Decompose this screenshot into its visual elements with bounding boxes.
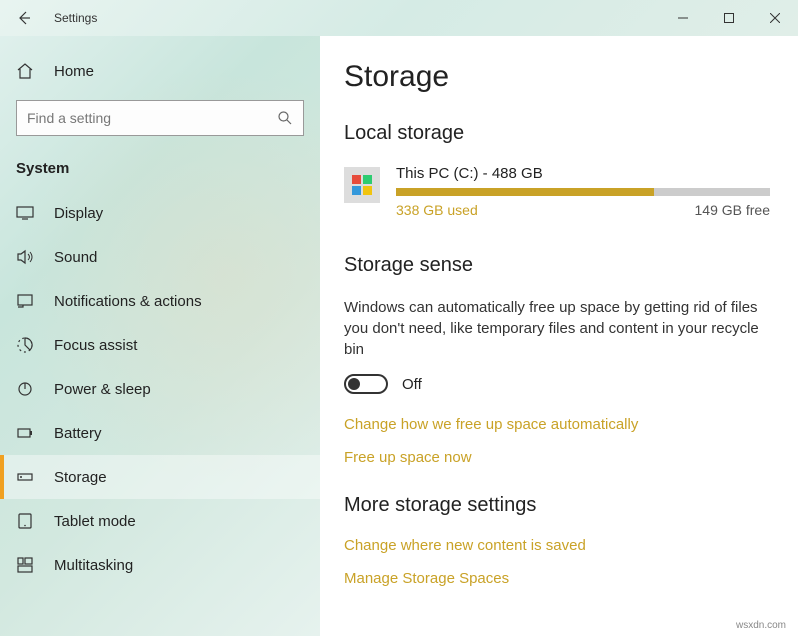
- section-label: System: [0, 150, 320, 191]
- sidebar-item-label: Battery: [54, 425, 102, 442]
- sidebar-item-label: Multitasking: [54, 557, 133, 574]
- page-title: Storage: [344, 60, 770, 94]
- drive-row[interactable]: This PC (C:) - 488 GB 338 GB used 149 GB…: [344, 165, 770, 218]
- close-button[interactable]: [752, 0, 798, 36]
- drive-info: This PC (C:) - 488 GB 338 GB used 149 GB…: [396, 165, 770, 218]
- search-icon: [277, 110, 293, 126]
- search-box[interactable]: [16, 100, 304, 136]
- arrow-left-icon: [16, 10, 32, 26]
- drive-name: This PC (C:) - 488 GB: [396, 165, 770, 182]
- storage-sense-description: Windows can automatically free up space …: [344, 297, 770, 360]
- power-icon: [16, 380, 34, 398]
- close-icon: [770, 13, 780, 23]
- storage-sense-heading: Storage sense: [344, 254, 770, 277]
- content-pane: Storage Local storage This PC (C:) - 488…: [320, 36, 798, 636]
- storage-sense-toggle-row: Off: [344, 374, 770, 394]
- sidebar-item-label: Sound: [54, 249, 97, 266]
- main-container: Home System Display Sound Notifications …: [0, 36, 798, 636]
- window-title: Settings: [54, 11, 97, 25]
- drive-free-text: 149 GB free: [695, 202, 771, 218]
- sidebar-item-label: Power & sleep: [54, 381, 151, 398]
- watermark: wsxdn.com: [732, 619, 790, 632]
- maximize-icon: [724, 13, 734, 23]
- drive-used-text: 338 GB used: [396, 202, 478, 218]
- storage-sense-toggle[interactable]: [344, 374, 388, 394]
- drive-icon: [344, 167, 380, 203]
- minimize-button[interactable]: [660, 0, 706, 36]
- sidebar-item-tablet-mode[interactable]: Tablet mode: [0, 499, 320, 543]
- sidebar-item-battery[interactable]: Battery: [0, 411, 320, 455]
- drive-usage-fill: [396, 188, 654, 196]
- search-input[interactable]: [27, 110, 277, 126]
- home-nav[interactable]: Home: [0, 52, 320, 90]
- toggle-state-label: Off: [402, 376, 422, 393]
- home-label: Home: [54, 63, 94, 80]
- sidebar-item-label: Storage: [54, 469, 107, 486]
- more-storage-section: More storage settings Change where new c…: [344, 494, 770, 587]
- multitasking-icon: [16, 556, 34, 574]
- sidebar-item-multitasking[interactable]: Multitasking: [0, 543, 320, 587]
- link-free-up-now[interactable]: Free up space now: [344, 449, 770, 466]
- minimize-icon: [678, 13, 688, 23]
- sidebar-item-label: Notifications & actions: [54, 293, 202, 310]
- local-storage-heading: Local storage: [344, 122, 770, 145]
- display-icon: [16, 204, 34, 222]
- focus-assist-icon: [16, 336, 34, 354]
- sidebar-item-label: Display: [54, 205, 103, 222]
- notifications-icon: [16, 292, 34, 310]
- sidebar-item-focus-assist[interactable]: Focus assist: [0, 323, 320, 367]
- sidebar: Home System Display Sound Notifications …: [0, 36, 320, 636]
- more-storage-heading: More storage settings: [344, 494, 770, 517]
- sidebar-item-storage[interactable]: Storage: [0, 455, 320, 499]
- window-controls: [660, 0, 798, 36]
- toggle-knob: [348, 378, 360, 390]
- drive-usage-bar: [396, 188, 770, 196]
- sidebar-item-label: Tablet mode: [54, 513, 136, 530]
- sidebar-item-display[interactable]: Display: [0, 191, 320, 235]
- battery-icon: [16, 424, 34, 442]
- link-manage-storage-spaces[interactable]: Manage Storage Spaces: [344, 570, 770, 587]
- link-change-free-up[interactable]: Change how we free up space automaticall…: [344, 416, 770, 433]
- maximize-button[interactable]: [706, 0, 752, 36]
- link-change-where-saved[interactable]: Change where new content is saved: [344, 537, 770, 554]
- back-button[interactable]: [0, 0, 48, 36]
- sidebar-item-power-sleep[interactable]: Power & sleep: [0, 367, 320, 411]
- sound-icon: [16, 248, 34, 266]
- tablet-icon: [16, 512, 34, 530]
- sidebar-item-sound[interactable]: Sound: [0, 235, 320, 279]
- drive-stats: 338 GB used 149 GB free: [396, 202, 770, 218]
- sidebar-item-label: Focus assist: [54, 337, 137, 354]
- sidebar-item-notifications[interactable]: Notifications & actions: [0, 279, 320, 323]
- titlebar: Settings: [0, 0, 798, 36]
- home-icon: [16, 62, 34, 80]
- storage-icon: [16, 468, 34, 486]
